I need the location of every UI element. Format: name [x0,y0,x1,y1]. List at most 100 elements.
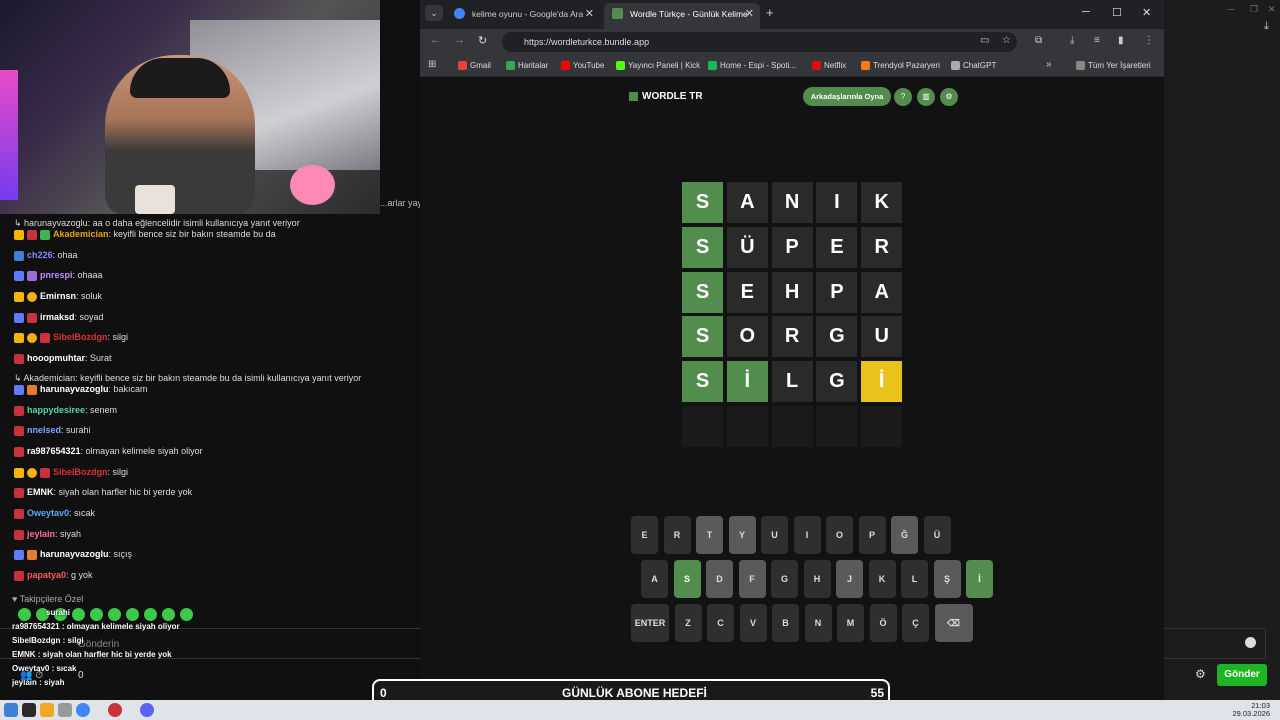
download-icon[interactable]: ⤓ [1264,20,1269,33]
emote-icon[interactable] [72,608,85,621]
bookmark-item[interactable]: Yayıncı Paneli | Kick [616,61,700,70]
key-c[interactable]: C [707,604,734,642]
key-y[interactable]: Y [728,516,756,554]
bookmark-item[interactable]: ChatGPT [951,61,996,70]
bookmark-item[interactable]: Gmail [458,61,491,70]
bookmark-item[interactable]: Netflix [812,61,846,70]
emote-icon[interactable] [90,608,103,621]
close-icon[interactable]: ✕ [1268,4,1276,15]
address-bar[interactable]: https://wordleturkce.bundle.app [502,32,1017,52]
key-r[interactable]: R [663,516,691,554]
chat-username[interactable]: Emirnsn [40,291,76,301]
chat-username[interactable]: Oweytav0 [27,508,69,518]
help-icon[interactable]: ? [894,88,912,106]
close-icon[interactable]: ✕ [1142,6,1151,19]
obs-icon[interactable] [108,703,122,717]
key-o[interactable]: O [826,516,853,554]
tab-search-icon[interactable]: ⌄ [425,5,443,21]
minimize-icon[interactable]: ─ [1082,6,1090,18]
key-j[interactable]: J [836,560,863,598]
chat-username[interactable]: papatya0 [27,570,66,580]
key-⌫[interactable]: ⌫ [934,604,973,642]
chat-username[interactable]: harunayvazoglu [40,549,109,559]
emote-row[interactable] [18,608,198,622]
chat-username[interactable]: EMNK [27,487,54,497]
close-tab-icon[interactable]: ✕ [585,3,594,25]
key-z[interactable]: Z [674,604,702,642]
tab-google[interactable]: kelime oyunu - Google'da Ara ✕ [446,3,600,29]
key-ç[interactable]: Ç [902,604,929,642]
key-b[interactable]: B [772,604,799,642]
chat-username[interactable]: Akademician [53,229,109,239]
bookmark-star-icon[interactable]: ☆ [1002,35,1011,46]
key-e[interactable]: E [631,516,658,554]
chat-username[interactable]: SibelBozdgn [53,332,108,342]
forward-icon[interactable]: → [454,34,465,46]
key-ğ[interactable]: Ğ [891,516,918,554]
media-icon[interactable]: ≡ [1094,35,1100,46]
emote-icon[interactable] [162,608,175,621]
key-g[interactable]: G [771,560,798,598]
chat-username[interactable]: irmaksd [40,312,75,322]
wordle-logo[interactable]: WORDLE TR [629,91,703,102]
key-p[interactable]: P [858,516,886,554]
chat-username[interactable]: happydesiree [27,405,85,415]
maximize-icon[interactable]: ☐ [1112,6,1122,19]
bookmark-item[interactable]: Trendyol Pazaryeri [861,61,940,70]
chat-username[interactable]: jeylain [27,529,55,539]
close-tab-icon[interactable]: ✕ [745,3,754,25]
folder-icon[interactable] [40,703,54,717]
key-i[interactable]: I [793,516,821,554]
key-v[interactable]: V [739,604,767,642]
chat-username[interactable]: hooopmuhtar [27,353,85,363]
emote-icon[interactable] [108,608,121,621]
smile-icon[interactable] [1245,637,1256,648]
settings-icon[interactable]: ⚙ [940,88,958,106]
minimize-icon[interactable]: ─ [1228,4,1234,14]
start-icon[interactable] [4,703,18,717]
key-h[interactable]: H [803,560,831,598]
play-with-friends-button[interactable]: Arkadaşlarınla Oyna [803,87,891,106]
gear-icon[interactable]: ⚙ [1195,667,1206,681]
emote-icon[interactable] [126,608,139,621]
key-ü[interactable]: Ü [923,516,951,554]
key-i̇[interactable]: İ [966,560,993,598]
back-icon[interactable]: ← [430,34,441,46]
send-button[interactable]: Gönder [1217,664,1267,686]
reload-icon[interactable]: ↻ [478,34,487,47]
emote-icon[interactable] [18,608,31,621]
stats-icon[interactable]: ▥ [917,88,935,106]
chat-username[interactable]: pnrespi [40,270,73,280]
key-t[interactable]: T [696,516,723,554]
discord-icon[interactable] [140,703,154,717]
chat-username[interactable]: nnelsed [27,425,61,435]
bookmark-item[interactable]: YouTube [561,61,604,70]
key-s[interactable]: S [673,560,701,598]
settings-icon[interactable] [58,703,72,717]
tab-wordle[interactable]: Wordle Türkçe - Günlük Kelime ✕ [604,3,760,29]
extensions-icon[interactable]: ⧉ [1035,35,1042,46]
key-l[interactable]: L [901,560,928,598]
key-k[interactable]: K [868,560,896,598]
emote-icon[interactable] [144,608,157,621]
search-icon[interactable] [22,703,36,717]
bookmark-item[interactable]: Home - Espi - Spoti... [708,61,796,70]
bookmark-item[interactable]: Haritalar [506,61,548,70]
key-n[interactable]: N [804,604,832,642]
key-m[interactable]: M [837,604,864,642]
chat-username[interactable]: ch226 [27,250,53,260]
restore-icon[interactable]: ❐ [1250,4,1258,15]
chat-username[interactable]: SibelBozdgn [53,467,108,477]
key-a[interactable]: A [641,560,668,598]
key-u[interactable]: U [761,516,788,554]
chrome-icon[interactable] [76,703,90,717]
more-bookmarks-icon[interactable]: » [1046,59,1052,70]
all-bookmarks[interactable]: Tüm Yer İşaretleri [1076,61,1151,70]
key-f[interactable]: F [738,560,766,598]
apps-icon[interactable]: ⊞ [428,59,436,70]
key-d[interactable]: D [706,560,733,598]
cast-icon[interactable]: ▭ [980,35,989,46]
emote-icon[interactable] [180,608,193,621]
chat-username[interactable]: ra987654321 [27,446,81,456]
key-ş[interactable]: Ş [933,560,961,598]
